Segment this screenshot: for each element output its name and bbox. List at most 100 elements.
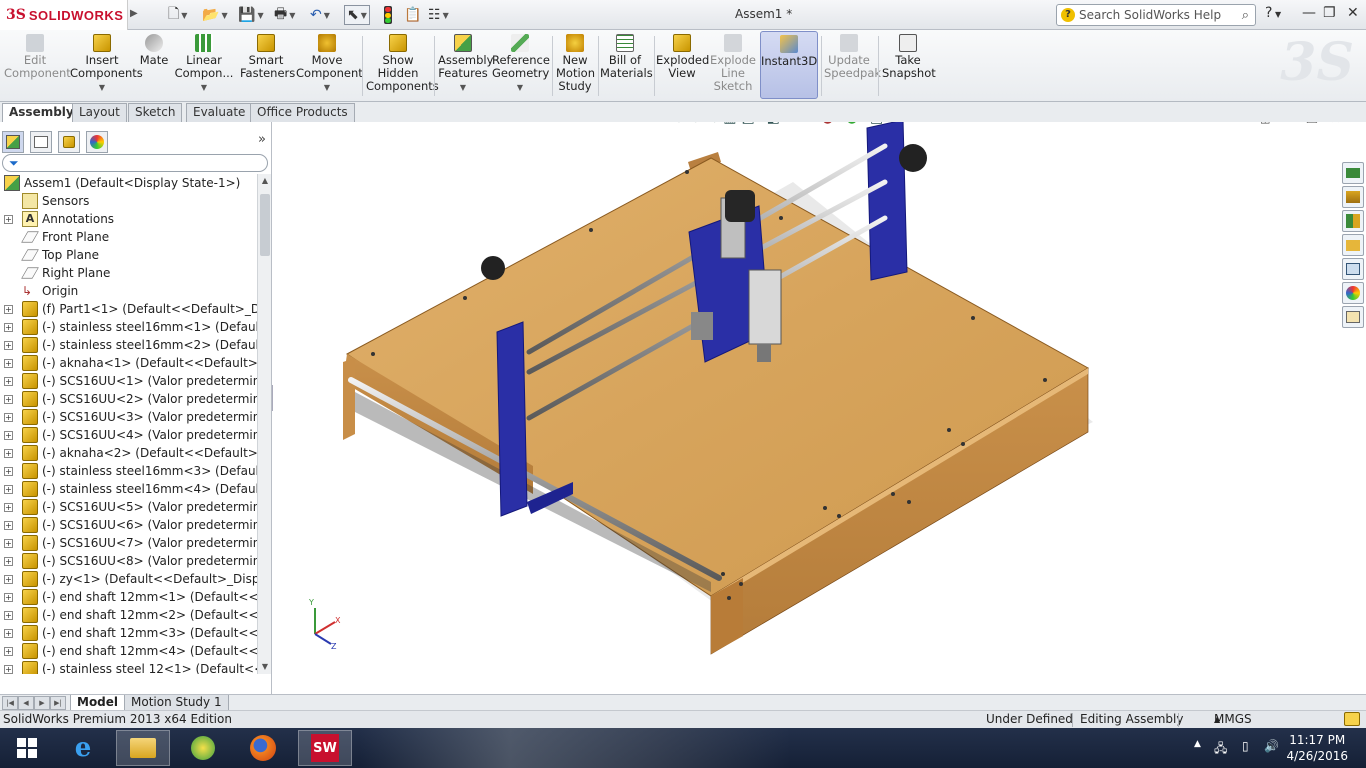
exploded-view-button[interactable]: Exploded View bbox=[656, 34, 709, 100]
expand-toggle-icon[interactable]: + bbox=[4, 521, 13, 530]
insert-components-button[interactable]: Insert Components ▼ bbox=[70, 34, 143, 100]
print-button[interactable]: 🖶 ▼ bbox=[274, 5, 295, 25]
scroll-up-icon[interactable]: ▲ bbox=[258, 174, 272, 188]
appearances-icon[interactable] bbox=[1342, 282, 1364, 304]
graphics-restore-icon[interactable]: ❐ bbox=[1306, 122, 1318, 127]
expand-toggle-icon[interactable]: + bbox=[4, 395, 13, 404]
mate-button[interactable]: Mate bbox=[136, 34, 172, 100]
parrot-app-taskbar[interactable] bbox=[176, 730, 230, 766]
configuration-manager-tab-icon[interactable] bbox=[58, 131, 80, 153]
file-explorer-taskbar[interactable] bbox=[116, 730, 170, 766]
bill-of-materials-button[interactable]: Bill of Materials bbox=[600, 34, 653, 100]
expand-toggle-icon[interactable]: + bbox=[4, 503, 13, 512]
section-view-icon[interactable]: ▥ bbox=[723, 122, 736, 126]
rebuild-status-icon[interactable] bbox=[1344, 712, 1360, 726]
display-manager-tab-icon[interactable] bbox=[86, 131, 108, 153]
apply-scene-icon[interactable]: ●▾ bbox=[846, 122, 865, 126]
tree-item[interactable]: + (-) SCS16UU<4> (Valor predeterminado< bbox=[0, 426, 257, 444]
last-tab-icon[interactable]: ▶| bbox=[50, 696, 66, 710]
tree-item[interactable]: Right Plane bbox=[0, 264, 257, 282]
property-manager-tab-icon[interactable] bbox=[30, 131, 52, 153]
save-button[interactable]: 💾 ▼ bbox=[238, 5, 264, 25]
move-component-button[interactable]: Move Component ▼ bbox=[296, 34, 363, 100]
expand-toggle-icon[interactable]: + bbox=[4, 665, 13, 674]
tree-item[interactable]: + (-) end shaft 12mm<1> (Default<<Defau bbox=[0, 588, 257, 606]
tab-office-products[interactable]: Office Products bbox=[250, 103, 355, 122]
window-tile-icon[interactable]: ▭ bbox=[1238, 122, 1248, 125]
search-icon[interactable]: ⌕ bbox=[1242, 8, 1249, 23]
new-motion-study-button[interactable]: New Motion Study bbox=[556, 34, 595, 100]
update-speedpak-button[interactable]: Update Speedpak bbox=[824, 34, 881, 100]
tree-item[interactable]: + (-) end shaft 12mm<3> (Default<<Defau bbox=[0, 624, 257, 642]
edit-appearance-icon[interactable]: ●▾ bbox=[821, 122, 840, 126]
view-orientation-icon[interactable]: ◩▾ bbox=[741, 122, 761, 126]
tree-item[interactable]: Top Plane bbox=[0, 246, 257, 264]
solidworks-taskbar[interactable]: SW bbox=[298, 730, 352, 766]
tree-item[interactable]: Front Plane bbox=[0, 228, 257, 246]
tab-evaluate[interactable]: Evaluate bbox=[186, 103, 253, 122]
show-hidden-icons-icon[interactable]: ▲ bbox=[1194, 739, 1201, 749]
tree-item[interactable]: + (-) stainless steel16mm<4> (Default<<De bbox=[0, 480, 257, 498]
expand-toggle-icon[interactable]: + bbox=[4, 359, 13, 368]
restore-icon[interactable]: ❐ bbox=[1323, 5, 1336, 21]
expand-toggle-icon[interactable]: + bbox=[4, 377, 13, 386]
file-properties-button[interactable]: 📋 bbox=[404, 5, 421, 25]
tab-sketch[interactable]: Sketch bbox=[128, 103, 183, 122]
hide-show-items-icon[interactable]: 👓▾ bbox=[792, 122, 816, 126]
graphics-minimize-icon[interactable]: — bbox=[1283, 122, 1296, 127]
first-tab-icon[interactable]: |◀ bbox=[2, 696, 18, 710]
tab-motion-study-1[interactable]: Motion Study 1 bbox=[124, 695, 229, 711]
explode-line-sketch-button[interactable]: Explode Line Sketch bbox=[710, 34, 756, 100]
options-button[interactable]: ☷ ▼ bbox=[428, 5, 449, 25]
window-split-icon[interactable]: ◫ bbox=[1260, 122, 1270, 125]
tree-item[interactable]: + (-) SCS16UU<6> (Valor predeterminado< bbox=[0, 516, 257, 534]
select-button[interactable]: ⬉ ▼ bbox=[344, 5, 370, 25]
design-library-icon[interactable] bbox=[1342, 210, 1364, 232]
tree-item[interactable]: Sensors bbox=[0, 192, 257, 210]
tree-item[interactable]: + (-) SCS16UU<2> (Valor predeterminado< bbox=[0, 390, 257, 408]
expand-toggle-icon[interactable]: + bbox=[4, 467, 13, 476]
feature-tree-tab-icon[interactable] bbox=[2, 131, 24, 153]
previous-view-icon[interactable]: ⇖ bbox=[706, 122, 718, 126]
tree-item[interactable]: ↳ Origin bbox=[0, 282, 257, 300]
system-clock[interactable]: 11:17 PM 4/26/2016 bbox=[1286, 732, 1348, 764]
tree-item[interactable]: + A Annotations bbox=[0, 210, 257, 228]
expand-toggle-icon[interactable]: + bbox=[4, 431, 13, 440]
show-hidden-components-button[interactable]: Show Hidden Components bbox=[366, 34, 439, 100]
tree-item[interactable]: + (-) aknaha<1> (Default<<Default>_Displ bbox=[0, 354, 257, 372]
expand-toggle-icon[interactable]: + bbox=[4, 215, 13, 224]
tree-item[interactable]: + (-) SCS16UU<5> (Valor predeterminado< bbox=[0, 498, 257, 516]
tree-scrollbar[interactable]: ▲ ▼ bbox=[257, 174, 271, 674]
volume-icon[interactable]: 🔊 bbox=[1264, 739, 1279, 753]
prev-tab-icon[interactable]: ◀ bbox=[18, 696, 34, 710]
custom-properties-icon[interactable] bbox=[1342, 306, 1364, 328]
instant3d-button[interactable]: Instant3D bbox=[760, 31, 818, 99]
expand-toggle-icon[interactable]: + bbox=[4, 593, 13, 602]
expand-toggle-icon[interactable]: + bbox=[4, 575, 13, 584]
display-style-icon[interactable]: ◧▾ bbox=[767, 122, 787, 126]
solidworks-logo[interactable]: 3S SOLIDWORKS bbox=[0, 0, 128, 30]
close-icon[interactable]: ✕ bbox=[1347, 5, 1359, 21]
reference-geometry-button[interactable]: Reference Geometry ▼ bbox=[492, 34, 550, 100]
help-menu-button[interactable]: ? ▼ bbox=[1265, 5, 1281, 21]
assembly-features-button[interactable]: Assembly Features ▼ bbox=[438, 34, 493, 100]
tree-item[interactable]: + (-) aknaha<2> (Default<<Default>_Displ bbox=[0, 444, 257, 462]
start-button[interactable] bbox=[0, 730, 54, 766]
tab-assembly[interactable]: Assembly bbox=[2, 103, 81, 122]
expand-toggle-icon[interactable]: + bbox=[4, 413, 13, 422]
tree-item[interactable]: + (-) SCS16UU<3> (Valor predeterminado< bbox=[0, 408, 257, 426]
graphics-area[interactable]: ⊕ ⊕ ⇖ ▥ ◩▾ ◧▾ 👓▾ ●▾ ●▾ ▤▾ ▭ ◫ — ❐ ✕ Y X … bbox=[273, 122, 1366, 694]
tab-model[interactable]: Model bbox=[70, 695, 126, 711]
tree-item[interactable]: + (-) end shaft 12mm<2> (Default<<Defau bbox=[0, 606, 257, 624]
tree-item[interactable]: + (f) Part1<1> (Default<<Default>_Display bbox=[0, 300, 257, 318]
tree-filter-input[interactable]: ⏷ bbox=[2, 154, 268, 172]
expand-panel-icon[interactable]: » bbox=[258, 132, 266, 147]
zoom-area-icon[interactable]: ⊕ bbox=[690, 122, 702, 126]
network-icon[interactable]: 🖧 bbox=[1214, 739, 1227, 760]
open-button[interactable]: 📂 ▼ bbox=[202, 5, 228, 25]
expand-toggle-icon[interactable]: + bbox=[4, 557, 13, 566]
expand-toggle-icon[interactable]: + bbox=[4, 647, 13, 656]
battery-icon[interactable]: ▯ bbox=[1242, 739, 1249, 753]
expand-toggle-icon[interactable]: + bbox=[4, 539, 13, 548]
tree-item[interactable]: + (-) stainless steel16mm<3> (Default<<De bbox=[0, 462, 257, 480]
